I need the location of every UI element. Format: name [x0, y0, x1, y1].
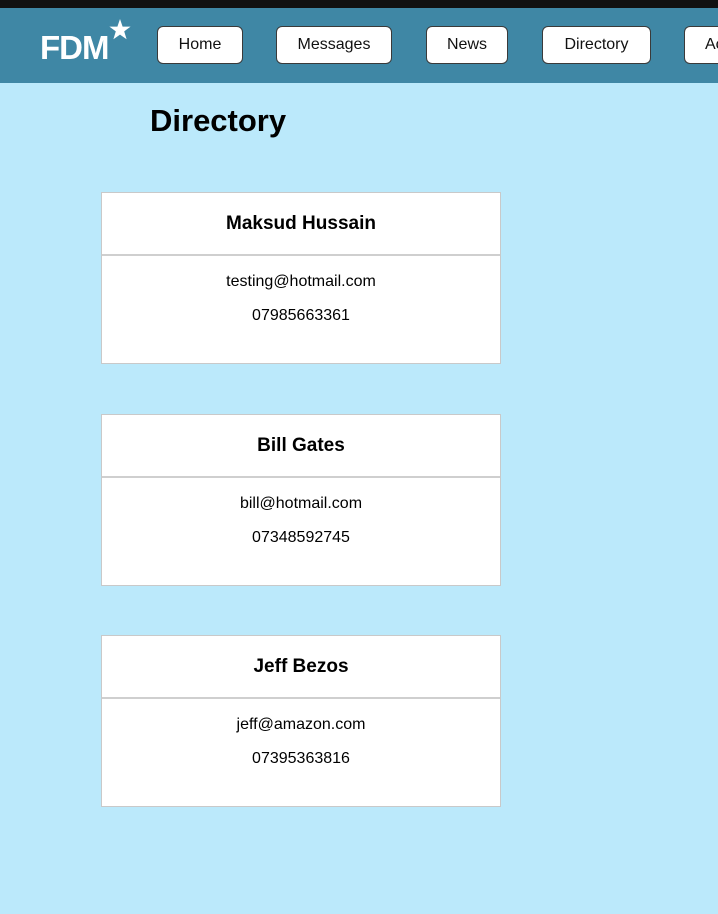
contact-details: testing@hotmail.com 07985663361	[102, 272, 500, 326]
fdm-logo[interactable]: FDM	[40, 18, 135, 66]
contact-email: testing@hotmail.com	[226, 273, 376, 290]
nav-button-messages[interactable]: Messages	[276, 26, 392, 64]
contact-phone: 07348592745	[252, 529, 350, 546]
contact-email: bill@hotmail.com	[239, 495, 363, 512]
contact-email: jeff@amazon.com	[236, 716, 366, 733]
star-icon	[109, 19, 131, 40]
contact-details: bill@hotmail.com 07348592745	[102, 494, 500, 548]
logo-text: FDM	[40, 29, 109, 66]
contact-name: Maksud Hussain	[102, 193, 500, 256]
contact-name: Bill Gates	[102, 415, 500, 478]
contact-card: Maksud Hussain testing@hotmail.com 07985…	[101, 192, 501, 364]
window-top-strip	[0, 0, 718, 8]
contact-phone: 07395363816	[252, 750, 350, 767]
contact-card: Bill Gates bill@hotmail.com 07348592745	[101, 414, 501, 586]
contact-name: Jeff Bezos	[102, 636, 500, 699]
top-navigation-bar: FDM Home Messages News Directory Ac	[0, 8, 718, 83]
nav-button-account[interactable]: Ac	[684, 26, 718, 64]
page-title: Directory	[150, 103, 287, 138]
nav-button-news[interactable]: News	[426, 26, 508, 64]
contact-phone: 07985663361	[252, 307, 350, 324]
nav-button-home[interactable]: Home	[157, 26, 243, 64]
contact-card: Jeff Bezos jeff@amazon.com 07395363816	[101, 635, 501, 807]
nav-button-directory[interactable]: Directory	[542, 26, 651, 64]
contact-details: jeff@amazon.com 07395363816	[102, 715, 500, 769]
